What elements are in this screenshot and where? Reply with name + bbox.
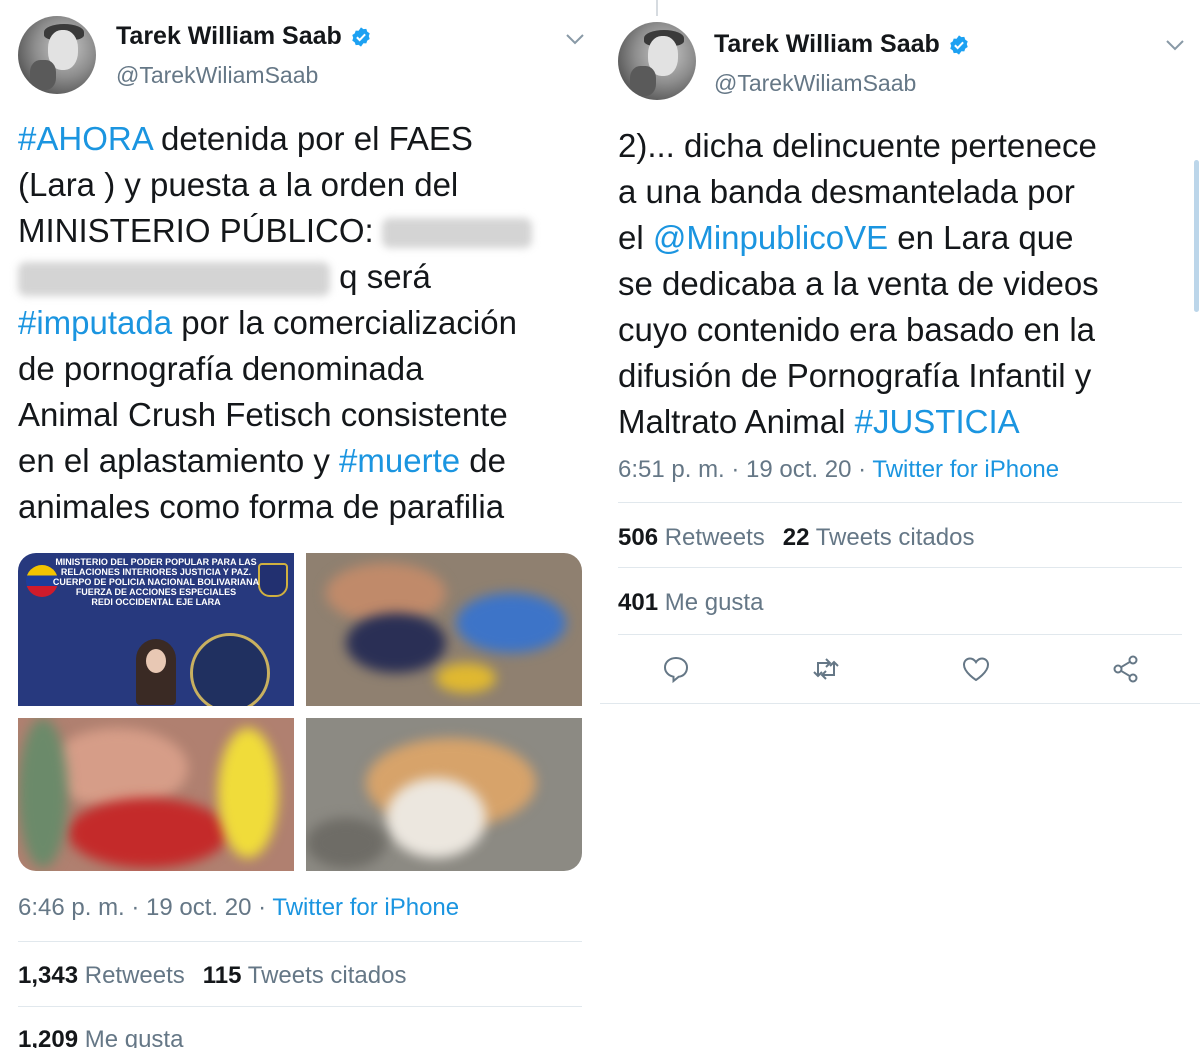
body-line: cuyo contenido era basado en la: [618, 311, 1096, 348]
body-line: #imputada por la comercialización: [18, 300, 532, 346]
reply-icon[interactable]: [661, 654, 691, 684]
poster-line: RELACIONES INTERIORES JUSTICIA Y PAZ.: [60, 567, 252, 577]
media-photo-2[interactable]: [306, 553, 582, 706]
divider: [600, 703, 1200, 704]
tweet-body: #AHORA detenida por el FAES (Lara ) y pu…: [18, 116, 532, 530]
body-line: en el aplastamiento y #muerte de: [18, 438, 532, 484]
media-grid: MINISTERIO DEL PODER POPULAR PARA LAS RE…: [18, 553, 582, 871]
retweets-stat[interactable]: 506 Retweets: [618, 524, 765, 551]
tweet-body: 2)... dicha delincuente pertenece a una …: [618, 123, 1099, 445]
body-text: detenida por el FAES: [151, 120, 473, 157]
avatar[interactable]: [18, 16, 96, 94]
body-text: de: [460, 442, 506, 479]
body-text: por la comercialización: [172, 304, 517, 341]
body-line: animales como forma de parafilia: [18, 488, 505, 525]
body-text: el: [618, 219, 653, 256]
divider: [18, 941, 582, 942]
action-bar: [618, 648, 1182, 688]
author-name[interactable]: Tarek William Saab: [714, 30, 970, 59]
likes-stat[interactable]: 401 Me gusta: [618, 589, 763, 617]
hashtag-link[interactable]: #imputada: [18, 304, 172, 341]
poster-line: CUERPO DE POLICIA NACIONAL BOLIVARIANA: [52, 577, 260, 587]
quotes-stat[interactable]: 115 Tweets citados: [203, 962, 407, 989]
likes-count: 1,209: [18, 1026, 79, 1048]
tweet-timestamp: 6:46 p. m. · 19 oct. 20 · Twitter for iP…: [18, 894, 459, 922]
redacted-name: [18, 262, 330, 297]
author-handle[interactable]: @TarekWiliamSaab: [116, 62, 318, 89]
media-photo-3[interactable]: [18, 718, 294, 871]
share-icon[interactable]: [1111, 654, 1141, 684]
body-text: en el aplastamiento y: [18, 442, 340, 479]
retweets-count: 1,343: [18, 962, 79, 989]
retweets-label: Retweets: [78, 962, 185, 989]
poster-line: FUERZA DE ACCIONES ESPECIALES: [75, 587, 237, 597]
poster-line: MINISTERIO DEL PODER POPULAR PARA LAS: [55, 557, 257, 567]
verified-badge-icon: [352, 26, 370, 47]
divider: [618, 567, 1182, 568]
author-name-text[interactable]: Tarek William Saab: [116, 22, 342, 51]
body-line: MINISTERIO PÚBLICO:: [18, 208, 532, 254]
body-line: Animal Crush Fetisch consistente: [18, 396, 508, 433]
quotes-label: Tweets citados: [241, 962, 407, 989]
hashtag-link[interactable]: #muerte: [339, 442, 460, 479]
body-line: #AHORA detenida por el FAES: [18, 116, 532, 162]
likes-label: Me gusta: [78, 1026, 184, 1048]
tweet-card-left[interactable]: Tarek William Saab @TarekWiliamSaab #AHO…: [0, 0, 600, 1048]
body-line: (Lara ) y puesta a la orden del: [18, 166, 459, 203]
body-text: q será: [330, 258, 431, 295]
hashtag-link[interactable]: #AHORA: [18, 120, 152, 157]
verified-badge-icon: [950, 34, 968, 55]
tweet-card-right[interactable]: Tarek William Saab @TarekWiliamSaab 2)..…: [600, 0, 1200, 1048]
poster-caption: MINISTERIO DEL PODER POPULAR PARA LAS RE…: [18, 557, 294, 607]
quotes-label: Tweets citados: [809, 524, 975, 551]
body-line: de pornografía denominada: [18, 350, 424, 387]
media-photo-poster[interactable]: MINISTERIO DEL PODER POPULAR PARA LAS RE…: [18, 553, 294, 706]
heart-icon[interactable]: [961, 654, 991, 684]
divider: [618, 634, 1182, 635]
poster-line: REDI OCCIDENTAL EJE LARA: [91, 597, 221, 607]
retweets-stat[interactable]: 1,343 Retweets: [18, 962, 185, 989]
body-line: difusión de Pornografía Infantil y: [618, 357, 1092, 394]
body-line: a una banda desmantelada por: [618, 173, 1075, 210]
redacted-name: [381, 218, 532, 249]
body-line: q será: [18, 254, 532, 300]
source-link[interactable]: Twitter for iPhone: [272, 894, 459, 921]
divider: [18, 1006, 582, 1007]
source-link[interactable]: Twitter for iPhone: [872, 456, 1059, 483]
body-line: 2)... dicha delincuente pertenece: [618, 127, 1097, 164]
body-line: el @MinpublicoVE en Lara que: [618, 215, 1099, 261]
timestamp-text: 6:51 p. m. · 19 oct. 20 ·: [618, 456, 873, 483]
quotes-count: 115: [202, 962, 242, 989]
retweets-count: 506: [618, 524, 659, 551]
body-text: MINISTERIO PÚBLICO:: [18, 212, 374, 249]
quotes-stat[interactable]: 22 Tweets citados: [783, 524, 975, 551]
mention-link[interactable]: @MinpublicoVE: [653, 219, 888, 256]
author-name-text[interactable]: Tarek William Saab: [714, 30, 940, 59]
engagement-stats: 1,343 Retweets 115 Tweets citados: [18, 962, 406, 990]
hashtag-link[interactable]: #JUSTICIA: [855, 403, 1020, 440]
timestamp-text: 6:46 p. m. · 19 oct. 20 ·: [18, 894, 273, 921]
tweet-timestamp: 6:51 p. m. · 19 oct. 20 · Twitter for iP…: [618, 456, 1059, 484]
detainee-face: [146, 649, 166, 673]
author-handle[interactable]: @TarekWiliamSaab: [714, 70, 916, 97]
retweet-icon[interactable]: [811, 654, 841, 684]
avatar[interactable]: [618, 22, 696, 100]
likes-count: 401: [618, 589, 659, 616]
body-text: en Lara que: [888, 219, 1074, 256]
chevron-down-icon[interactable]: [1164, 38, 1186, 52]
likes-stat[interactable]: 1,209 Me gusta: [18, 1026, 183, 1048]
divider: [618, 502, 1182, 503]
author-name[interactable]: Tarek William Saab: [116, 22, 372, 51]
likes-label: Me gusta: [658, 589, 764, 616]
body-text: Maltrato Animal: [618, 403, 855, 440]
chevron-down-icon[interactable]: [564, 32, 586, 46]
engagement-stats: 506 Retweets 22 Tweets citados: [618, 524, 974, 552]
quotes-count: 22: [782, 524, 810, 551]
retweets-label: Retweets: [658, 524, 765, 551]
body-line: Maltrato Animal #JUSTICIA: [618, 399, 1099, 445]
body-line: se dedicaba a la venta de videos: [618, 265, 1099, 302]
media-photo-4[interactable]: [306, 718, 582, 871]
police-emblem-icon: [190, 633, 270, 706]
